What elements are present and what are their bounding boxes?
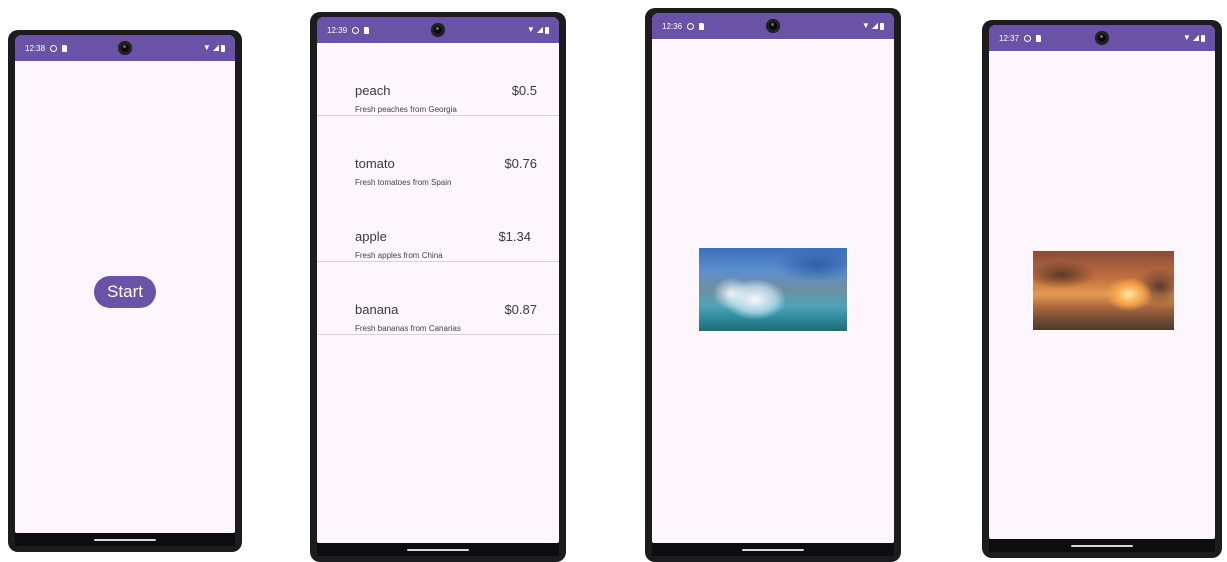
landscape-image [1033, 251, 1174, 330]
home-gesture-handle[interactable] [1071, 544, 1133, 547]
battery-icon [1201, 34, 1205, 42]
camera-cutout-icon [118, 41, 132, 55]
signal-icon: ◢ [871, 21, 878, 30]
product-list: peach $0.5 Fresh peaches from Georgia to… [317, 43, 559, 335]
wifi-icon: ▼ [202, 43, 211, 52]
landscape-image [699, 248, 847, 331]
phone-start-screen: 12:38 ▼ ◢ Start [8, 30, 242, 552]
status-bar: 12:36 ▼ ◢ [652, 13, 894, 39]
battery-icon [545, 26, 549, 34]
screen: 12:37 ▼ ◢ [989, 25, 1215, 539]
home-gesture-handle[interactable] [94, 538, 156, 541]
phone-product-list: 12:39 ▼ ◢ peach $0.5 Fresh peaches from … [310, 12, 566, 562]
product-name: banana [355, 302, 399, 317]
screen: 12:39 ▼ ◢ peach $0.5 Fresh peaches from … [317, 17, 559, 543]
divider [317, 334, 559, 335]
shield-icon [687, 22, 695, 30]
image-container [989, 51, 1215, 539]
battery-icon [221, 44, 225, 52]
sim-card-icon [699, 22, 705, 30]
product-name: peach [355, 83, 391, 98]
camera-cutout-icon [431, 23, 445, 37]
navigation-bar [317, 543, 559, 556]
status-time: 12:38 [25, 43, 46, 53]
home-gesture-handle[interactable] [407, 548, 469, 551]
sim-card-icon [364, 26, 370, 34]
screen: 12:38 ▼ ◢ Start [15, 35, 235, 533]
product-description: Fresh peaches from Georgia [355, 105, 457, 114]
shield-icon [50, 44, 58, 52]
phone-image-sunset: 12:37 ▼ ◢ [982, 20, 1222, 558]
status-bar: 12:39 ▼ ◢ [317, 17, 559, 43]
product-name: tomato [355, 156, 395, 171]
image-container [652, 39, 894, 543]
product-price: $0.5 [511, 83, 537, 98]
list-item[interactable]: peach $0.5 Fresh peaches from Georgia [317, 43, 559, 116]
status-time: 12:39 [327, 25, 348, 35]
product-price: $0.76 [504, 156, 537, 171]
wifi-icon: ▼ [526, 25, 535, 34]
list-item[interactable]: banana $0.87 Fresh bananas from Canarias [317, 262, 559, 335]
shield-icon [352, 26, 360, 34]
signal-icon: ◢ [536, 25, 543, 34]
navigation-bar [652, 543, 894, 556]
product-name: apple [355, 229, 387, 244]
screen: 12:36 ▼ ◢ [652, 13, 894, 543]
camera-cutout-icon [1095, 31, 1109, 45]
sim-card-icon [62, 44, 68, 52]
status-time: 12:37 [999, 33, 1020, 43]
navigation-bar [15, 533, 235, 546]
sim-card-icon [1036, 34, 1042, 42]
status-bar: 12:38 ▼ ◢ [15, 35, 235, 61]
status-bar: 12:37 ▼ ◢ [989, 25, 1215, 51]
list-item[interactable]: tomato $0.76 Fresh tomatoes from Spain [317, 116, 559, 189]
start-button[interactable]: Start [94, 276, 156, 308]
battery-icon [880, 22, 884, 30]
status-time: 12:36 [662, 21, 683, 31]
product-description: Fresh bananas from Canarias [355, 324, 461, 333]
home-gesture-handle[interactable] [742, 548, 804, 551]
product-description: Fresh apples from China [355, 251, 443, 260]
list-item[interactable]: apple $1.34 Fresh apples from China [317, 189, 559, 262]
shield-icon [1024, 34, 1032, 42]
start-container: Start [15, 61, 235, 533]
product-description: Fresh tomatoes from Spain [355, 178, 452, 187]
wifi-icon: ▼ [861, 21, 870, 30]
navigation-bar [989, 539, 1215, 552]
wifi-icon: ▼ [1182, 33, 1191, 42]
camera-cutout-icon [766, 19, 780, 33]
signal-icon: ◢ [1192, 33, 1199, 42]
product-price: $1.34 [498, 229, 531, 244]
signal-icon: ◢ [212, 43, 219, 52]
phone-image-waterfall: 12:36 ▼ ◢ [645, 8, 901, 562]
product-price: $0.87 [504, 302, 537, 317]
